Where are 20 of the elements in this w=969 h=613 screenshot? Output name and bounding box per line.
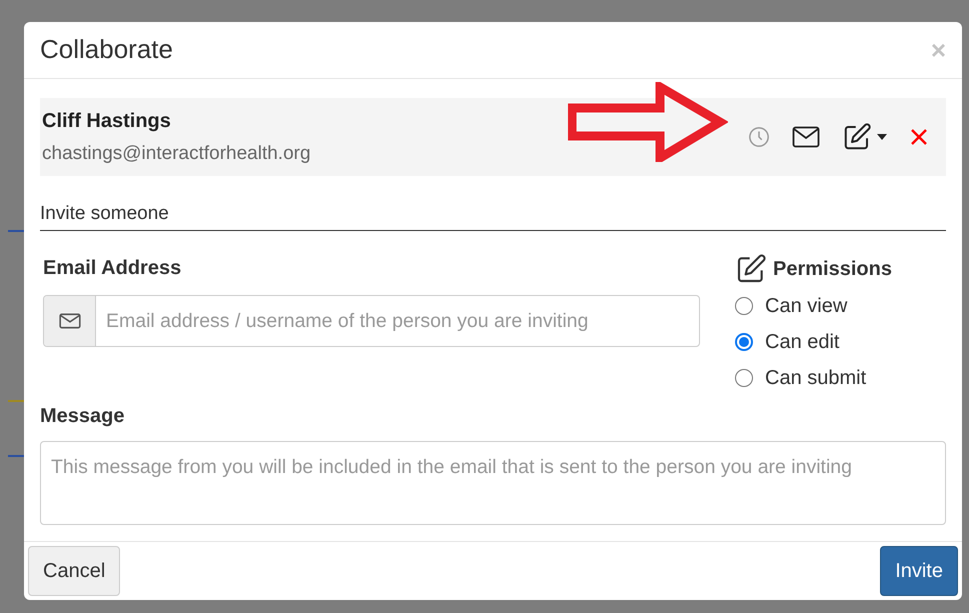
edit-dropdown-button[interactable] [842, 122, 888, 152]
permissions-label: Permissions [773, 257, 892, 282]
remove-icon[interactable] [910, 128, 928, 146]
collaborator-email: chastings@interactforhealth.org [42, 142, 311, 166]
permission-radio[interactable]: Can edit [735, 327, 892, 358]
message-label: Message [40, 404, 126, 430]
permission-radio[interactable]: Can view [735, 291, 892, 322]
envelope-icon[interactable] [792, 126, 820, 148]
email-label: Email Address [43, 256, 182, 282]
invite-heading: Invite someone [40, 202, 169, 224]
invite-button[interactable]: Invite [880, 546, 958, 596]
dialog-title: Collaborate [40, 33, 173, 66]
collaborator-name: Cliff Hastings [42, 108, 172, 134]
pencil-square-icon [842, 122, 872, 152]
cancel-button[interactable]: Cancel [28, 546, 120, 596]
envelope-icon [58, 313, 80, 330]
message-field[interactable]: This message from you will be included in the email that is sent to the person you are inviting [40, 441, 946, 526]
permission-radio[interactable]: Can submit [735, 363, 892, 394]
caret-icon [876, 132, 888, 141]
clock-icon[interactable] [748, 126, 770, 148]
